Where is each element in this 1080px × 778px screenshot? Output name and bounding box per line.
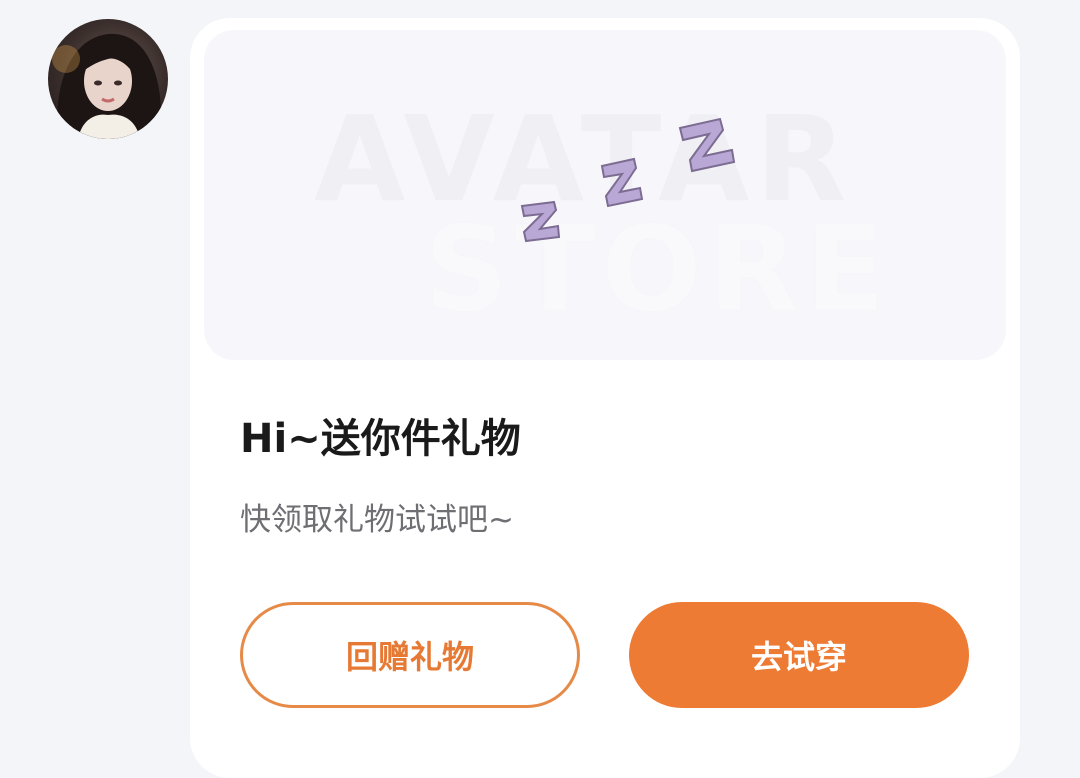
gift-card: AVATAR STORE Hi~送你件礼物 快领取礼物试试吧~ 回赠礼物 去试穿 bbox=[190, 18, 1020, 778]
avatar[interactable] bbox=[48, 19, 168, 139]
user-avatar-photo bbox=[52, 33, 162, 139]
try-on-button[interactable]: 去试穿 bbox=[629, 602, 969, 708]
gift-banner: AVATAR STORE bbox=[204, 30, 1006, 360]
gift-title: Hi~送你件礼物 bbox=[240, 416, 521, 462]
gift-subtitle: 快领取礼物试试吧~ bbox=[240, 502, 514, 538]
zzz-icon bbox=[520, 117, 736, 243]
return-gift-button[interactable]: 回赠礼物 bbox=[240, 602, 580, 708]
